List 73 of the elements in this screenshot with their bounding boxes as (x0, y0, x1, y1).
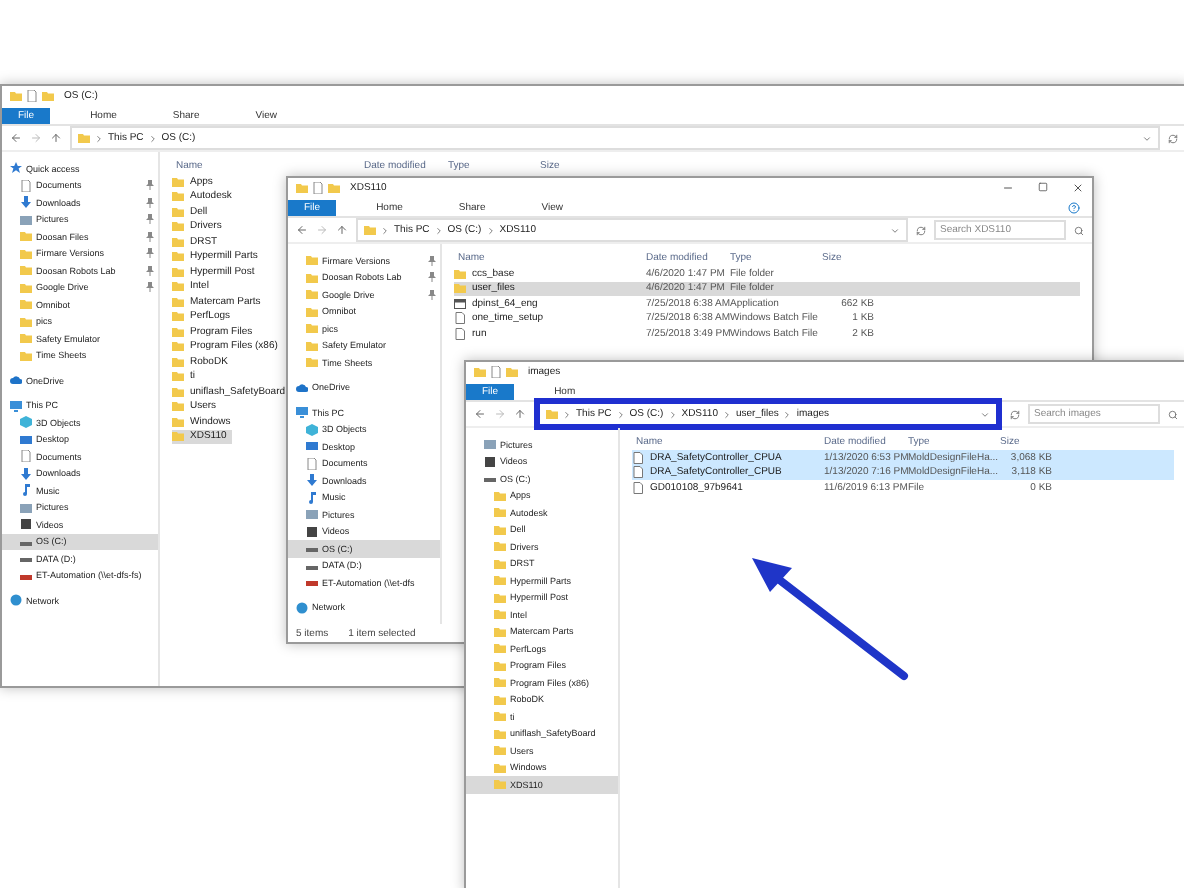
dropdown-icon[interactable] (890, 225, 900, 235)
help-icon[interactable] (1068, 201, 1080, 213)
music-note-icon (20, 484, 32, 497)
film-icon (306, 525, 318, 538)
dropdown-icon[interactable] (1142, 133, 1152, 143)
folder-icon (328, 182, 340, 194)
folder-icon (296, 182, 308, 194)
download-arrow-icon (306, 474, 318, 487)
cube-icon (20, 416, 32, 429)
back-icon[interactable] (296, 224, 308, 236)
document-icon (26, 90, 38, 102)
folder-icon (78, 132, 90, 144)
film-icon (484, 455, 496, 468)
network-icon (296, 601, 308, 614)
document-icon (490, 366, 502, 378)
chevron-icon (147, 133, 158, 143)
chevron-icon (722, 409, 732, 419)
search-icon (1074, 225, 1084, 235)
application-icon (454, 297, 466, 310)
folder-icon (10, 90, 22, 102)
network-drive-icon (20, 569, 32, 582)
folder-icon (42, 90, 54, 102)
document-icon (20, 179, 32, 192)
picture-icon (306, 508, 318, 521)
chevron-icon (485, 225, 496, 235)
monitor-icon (20, 433, 32, 446)
document-icon (312, 182, 324, 194)
cloud-icon (296, 381, 308, 394)
chevron-icon (433, 225, 444, 235)
up-icon[interactable] (336, 224, 348, 236)
forward-icon[interactable] (494, 408, 506, 420)
computer-icon (296, 406, 308, 419)
picture-icon (20, 501, 32, 514)
back-icon[interactable] (10, 132, 22, 144)
folder-icon (364, 224, 376, 236)
folder-icon (506, 366, 518, 378)
folder-icon (474, 366, 486, 378)
refresh-icon[interactable] (1168, 133, 1178, 143)
picture-icon (20, 213, 32, 226)
chevron-icon (94, 133, 104, 143)
forward-icon[interactable] (316, 224, 328, 236)
computer-icon (10, 399, 22, 412)
folder-icon (546, 408, 558, 420)
drive-icon (484, 472, 496, 485)
star-icon (10, 162, 22, 175)
back-icon[interactable] (474, 408, 486, 420)
music-note-icon (306, 491, 318, 504)
chevron-icon (615, 409, 626, 419)
chevron-icon (380, 225, 390, 235)
picture-icon (484, 438, 496, 451)
network-drive-icon (306, 576, 318, 589)
refresh-icon[interactable] (1010, 409, 1020, 419)
download-arrow-icon (20, 467, 32, 480)
document-icon (20, 450, 32, 463)
cube-icon (306, 423, 318, 436)
forward-icon[interactable] (30, 132, 42, 144)
document-icon (306, 457, 318, 470)
film-icon (20, 518, 32, 531)
refresh-icon[interactable] (916, 225, 926, 235)
up-icon[interactable] (50, 132, 62, 144)
cloud-icon (10, 374, 22, 387)
download-arrow-icon (20, 196, 32, 209)
dropdown-icon[interactable] (980, 409, 990, 419)
chevron-icon (782, 409, 793, 419)
search-icon (1168, 409, 1178, 419)
maximize-icon[interactable] (1038, 182, 1048, 192)
chevron-icon (667, 409, 678, 419)
up-icon[interactable] (514, 408, 526, 420)
close-icon[interactable] (1072, 182, 1084, 194)
chevron-icon (562, 409, 572, 419)
minimize-icon[interactable] (1002, 182, 1014, 194)
network-icon (10, 594, 22, 607)
monitor-icon (306, 440, 318, 453)
